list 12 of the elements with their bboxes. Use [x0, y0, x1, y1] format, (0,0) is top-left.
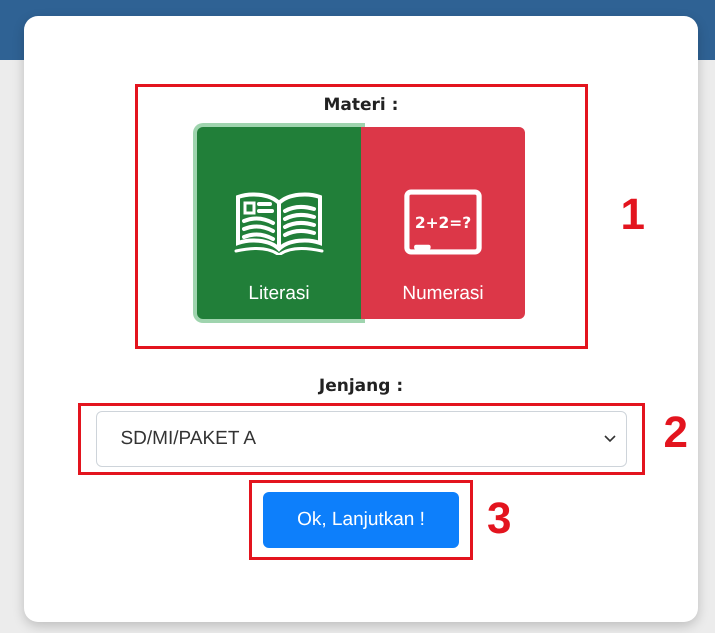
materi-label: Materi :: [324, 95, 398, 115]
subject-option[interactable]: 2+2=? Numerasi: [361, 127, 525, 319]
chalkboard-icon: [404, 190, 482, 254]
jenjang-label: Jenjang :: [318, 376, 404, 396]
equation-text: 2+2=?: [414, 214, 472, 232]
annotation-number: 3: [487, 494, 512, 544]
level-dropdown[interactable]: SD/MI/PAKET A: [96, 411, 626, 467]
chevron-down-icon: [604, 435, 616, 443]
annotation-number: 2: [664, 408, 688, 458]
subject-option[interactable]: Literasi: [197, 127, 361, 319]
annotation-number: 1: [620, 190, 645, 240]
continue-button[interactable]: Ok, Lanjutkan !: [263, 492, 459, 548]
